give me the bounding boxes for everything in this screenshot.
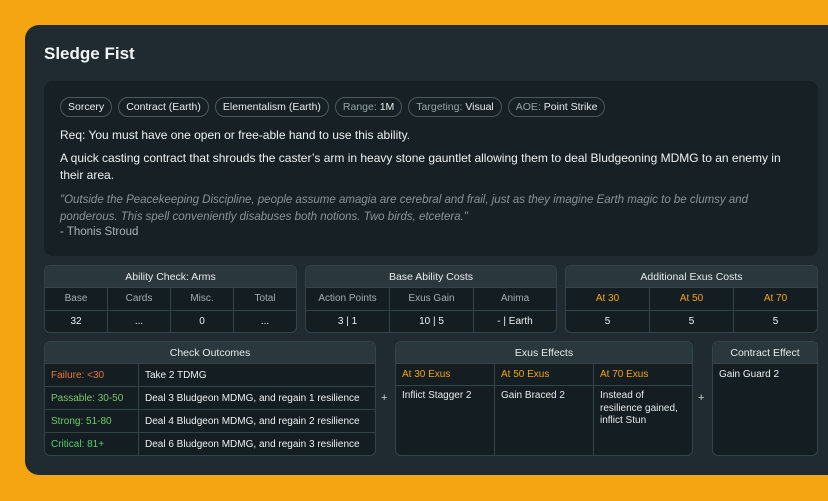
additional-costs-title: Additional Exus Costs <box>566 266 817 288</box>
exus-effect-70: Instead of resilience gained, inflict St… <box>600 390 678 426</box>
plus-separator: + <box>381 392 388 404</box>
exus-effects-table: Exus Effects At 30 Exus At 50 Exus At 70… <box>395 341 693 456</box>
table-row: Strong: 51-80 Deal 4 Bludgeon MDMG, and … <box>45 410 375 433</box>
outcome-label: Strong: 51-80 <box>45 410 139 432</box>
tag-contract: Contract (Earth) <box>118 97 209 117</box>
tag-school: Sorcery <box>60 97 113 117</box>
column-header: Exus Gain <box>390 288 474 310</box>
check-outcomes-table: Check Outcomes Failure: <30 Take 2 TDMG … <box>44 341 376 456</box>
outcome-value: Take 2 TDMG <box>145 370 207 381</box>
outcome-label: Passable: 30-50 <box>45 387 139 409</box>
ability-title: Sledge Fist <box>44 44 135 63</box>
base-costs-table: Base Ability Costs Action Points Exus Ga… <box>305 265 557 333</box>
cost-at-50-value: 5 <box>650 311 734 332</box>
tag-targeting: Targeting: Visual <box>408 97 502 117</box>
outcome-value: Deal 4 Bludgeon MDMG, and regain 2 resil… <box>145 416 360 427</box>
column-header: Total <box>254 293 276 304</box>
description-panel: Sorcery Contract (Earth) Elementalism (E… <box>44 81 818 256</box>
description-text: A quick casting contract that shrouds th… <box>60 151 781 182</box>
exus-effect-50: Gain Braced 2 <box>495 386 594 455</box>
anima-value: - | Earth <box>497 316 533 327</box>
table-row: Failure: <30 Take 2 TDMG <box>45 364 375 387</box>
quote-author: - Thonis Stroud <box>60 226 139 238</box>
column-header: Base <box>45 288 108 310</box>
check-misc-value: 0 <box>171 311 234 332</box>
table-row: Passable: 30-50 Deal 3 Bludgeon MDMG, an… <box>45 387 375 410</box>
cost-at-30-value: 5 <box>566 311 650 332</box>
ability-card: Sledge Fist Sorcery Contract (Earth) Ele… <box>25 25 828 475</box>
column-header: At 50 <box>650 288 734 310</box>
flavor-quote: "Outside the Peacekeeping Discipline, pe… <box>60 194 749 223</box>
check-outcomes-title: Check Outcomes <box>45 342 375 364</box>
contract-effect-title: Contract Effect <box>713 342 817 364</box>
contract-effect-value: Gain Guard 2 <box>719 369 780 380</box>
tag-range: Range: 1M <box>334 97 403 117</box>
additional-costs-table: Additional Exus Costs At 30 At 50 At 70 … <box>565 265 818 333</box>
exus-effects-title: Exus Effects <box>396 342 692 364</box>
exus-gain-value: 10 | 5 <box>390 311 474 332</box>
column-header: Anima <box>500 293 530 304</box>
outcome-label: Critical: 81+ <box>45 433 139 455</box>
check-cards-value: ... <box>108 311 171 332</box>
requirement-text: Req: You must have one open or free-able… <box>60 128 411 142</box>
column-header: Misc. <box>171 288 234 310</box>
outcome-value: Deal 3 Bludgeon MDMG, and regain 1 resil… <box>145 393 360 404</box>
action-points-value: 3 | 1 <box>306 311 390 332</box>
plus-separator: + <box>698 392 705 404</box>
table-row: Critical: 81+ Deal 6 Bludgeon MDMG, and … <box>45 433 375 455</box>
check-total-value: ... <box>260 316 270 327</box>
tag-aoe: AOE: Point Strike <box>507 97 606 117</box>
column-header: At 70 <box>763 293 788 304</box>
check-base-value: 32 <box>45 311 108 332</box>
base-costs-title: Base Ability Costs <box>306 266 556 288</box>
column-header: At 30 Exus <box>396 364 495 385</box>
exus-effect-30: Inflict Stagger 2 <box>396 386 495 455</box>
tag-list: Sorcery Contract (Earth) Elementalism (E… <box>60 97 606 117</box>
contract-effect-table: Contract Effect Gain Guard 2 <box>712 341 818 456</box>
outcome-label: Failure: <30 <box>45 364 139 386</box>
column-header: Cards <box>108 288 171 310</box>
cost-at-70-value: 5 <box>772 316 779 327</box>
column-header: Action Points <box>306 288 390 310</box>
ability-check-table: Ability Check: Arms Base Cards Misc. Tot… <box>44 265 297 333</box>
column-header: At 30 <box>566 288 650 310</box>
ability-check-title: Ability Check: Arms <box>45 266 296 288</box>
column-header: At 50 Exus <box>495 364 594 385</box>
column-header: At 70 Exus <box>600 369 649 380</box>
outcome-value: Deal 6 Bludgeon MDMG, and regain 3 resil… <box>145 439 360 450</box>
tag-elementalism: Elementalism (Earth) <box>214 97 329 117</box>
